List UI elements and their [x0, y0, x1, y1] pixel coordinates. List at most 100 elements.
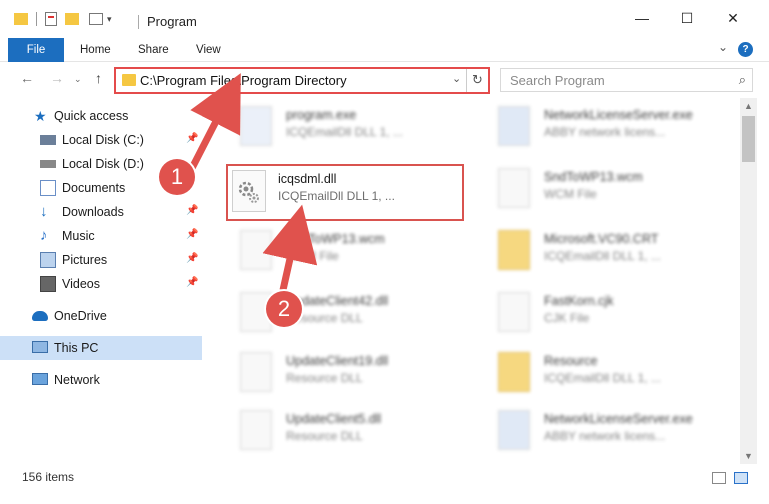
item-count: 156 items — [22, 470, 75, 484]
minimize-button[interactable]: — — [632, 8, 652, 28]
dll-gear-icon — [240, 410, 272, 450]
nav-item-onedrive[interactable]: OneDrive — [0, 304, 202, 328]
list-item[interactable]: NetworkLicenseServer.exe ABBY network li… — [478, 402, 728, 458]
list-item[interactable]: icqsdml.dll ICQEmailDll DLL 1, ... — [212, 164, 462, 220]
file-name: UpdateClient19.dll — [286, 354, 389, 368]
pin-icon: 📌 — [186, 205, 199, 216]
scroll-down-icon[interactable]: ▼ — [740, 448, 757, 464]
tab-share[interactable]: Share — [138, 38, 169, 62]
nav-label: OneDrive — [54, 309, 107, 323]
list-item[interactable]: FastKorn.cjk CJK File — [478, 284, 728, 340]
file-description: Resource DLL — [286, 429, 363, 443]
folder-icon — [122, 74, 136, 86]
address-row: ← → ⌄ ↑ C:\Program Files\Program Directo… — [0, 62, 769, 98]
address-dropdown-button[interactable]: ⌄ — [452, 72, 466, 85]
help-icon[interactable]: ? — [738, 42, 753, 57]
back-button[interactable]: ← — [20, 70, 34, 86]
nav-item-music[interactable]: ♪ Music 📌 — [0, 224, 202, 248]
close-button[interactable]: ✕ — [723, 8, 743, 28]
highlighted-file-item[interactable]: icqsdml.dll ICQEmailDll DLL 1, ... — [226, 164, 464, 221]
exe-icon — [498, 106, 530, 146]
file-description: ICQEmailDll DLL 1, ... — [544, 371, 661, 385]
nav-item-local-disk-c[interactable]: Local Disk (C:) 📌 — [0, 128, 202, 152]
details-view-icon[interactable] — [712, 472, 726, 484]
network-icon — [32, 373, 48, 385]
file-name: NetworkLicenseServer.exe — [544, 108, 693, 122]
file-name: SndToWP13.wcm — [286, 232, 385, 246]
nav-label: This PC — [54, 341, 99, 355]
nav-item-network[interactable]: Network — [0, 368, 202, 392]
file-name: NetworkLicenseServer.exe — [544, 412, 693, 426]
onedrive-icon — [32, 311, 48, 321]
music-icon: ♪ — [40, 227, 48, 244]
customize-icon[interactable] — [89, 13, 103, 25]
large-icons-view-icon[interactable] — [734, 472, 748, 484]
file-list: program.exe ICQEmailDll DLL 1, ... SndTo… — [210, 98, 740, 464]
nav-item-quick-access[interactable]: ★ Quick access — [0, 104, 202, 128]
nav-item-pictures[interactable]: Pictures 📌 — [0, 248, 202, 272]
pin-icon: 📌 — [186, 277, 199, 288]
tab-home[interactable]: Home — [80, 38, 111, 62]
documents-icon — [40, 180, 56, 196]
folder-icon — [14, 13, 28, 25]
address-path[interactable]: C:\Program Files\Program Directory — [140, 73, 347, 88]
exe-icon — [498, 410, 530, 450]
tab-file[interactable]: File — [8, 38, 64, 62]
search-input[interactable]: Search Program — [510, 73, 605, 88]
file-name: SndToWP13.wcm — [544, 170, 643, 184]
list-item[interactable]: Microsoft.VC90.CRT ICQEmailDll DLL 1, ..… — [478, 222, 728, 278]
scroll-up-icon[interactable]: ▲ — [740, 98, 757, 114]
list-item[interactable]: Resource ICQEmailDll DLL 1, ... — [478, 344, 728, 400]
list-item[interactable]: UpdateClient19.dll Resource DLL — [220, 344, 470, 400]
expand-ribbon-button[interactable]: ⌄ — [718, 40, 728, 54]
status-bar: 156 items — [0, 464, 769, 504]
list-item[interactable]: UpdateClient42.dll Resource DLL — [220, 284, 470, 340]
new-folder-icon[interactable] — [65, 13, 79, 25]
file-name: Resource — [544, 354, 598, 368]
pc-icon — [32, 341, 48, 353]
maximize-button[interactable]: ☐ — [677, 8, 697, 28]
step-badge-1: 1 — [159, 159, 195, 195]
file-name: program.exe — [286, 108, 357, 122]
file-description: WCM File — [544, 187, 597, 201]
list-item[interactable]: SndToWP13.wcm WCM File — [478, 160, 728, 216]
videos-icon — [40, 276, 56, 292]
tab-view[interactable]: View — [196, 38, 221, 62]
nav-item-this-pc[interactable]: This PC — [0, 336, 202, 360]
folder-icon — [498, 230, 530, 270]
search-icon: ⌕ — [738, 72, 746, 87]
nav-item-videos[interactable]: Videos 📌 — [0, 272, 202, 296]
file-name: FastKorn.cjk — [544, 294, 614, 308]
drive-icon — [40, 160, 56, 168]
file-description: ABBY network licens... — [544, 125, 666, 139]
scrollbar-thumb[interactable] — [742, 116, 755, 162]
file-icon — [240, 230, 272, 270]
download-icon: ↓ — [40, 203, 48, 220]
file-description: Resource DLL — [286, 371, 363, 385]
file-description: CJK File — [544, 311, 590, 325]
nav-label: Network — [54, 373, 100, 387]
address-bar[interactable]: C:\Program Files\Program Directory ⌄ ↻ — [114, 67, 490, 94]
navigation-pane: ★ Quick access Local Disk (C:) 📌 Local D… — [0, 98, 210, 464]
nav-label: Documents — [62, 181, 126, 195]
search-box[interactable]: Search Program ⌕ — [500, 68, 753, 92]
forward-button[interactable]: → — [50, 70, 64, 86]
exe-icon — [240, 106, 272, 146]
recent-locations-button[interactable]: ⌄ — [74, 74, 82, 85]
pictures-icon — [40, 252, 56, 268]
ribbon: File Home Share View ⌄ ? — [0, 38, 769, 62]
drive-icon — [40, 135, 56, 145]
properties-icon[interactable] — [45, 12, 57, 26]
vertical-scrollbar[interactable]: ▲ ▼ — [740, 98, 757, 464]
nav-label: Quick access — [54, 109, 129, 123]
refresh-button[interactable]: ↻ — [466, 69, 488, 92]
nav-item-downloads[interactable]: ↓ Downloads 📌 — [0, 200, 202, 224]
list-item[interactable]: SndToWP13.wcm WCM File — [220, 222, 470, 278]
up-button[interactable]: ↑ — [95, 70, 102, 86]
folder-icon — [498, 352, 530, 392]
list-item[interactable]: NetworkLicenseServer.exe ABBY network li… — [478, 98, 728, 154]
nav-label: Music — [62, 229, 95, 243]
list-item[interactable]: UpdateClient5.dll Resource DLL — [220, 402, 470, 458]
chevron-down-icon[interactable]: ▾ — [107, 14, 112, 25]
list-item[interactable]: program.exe ICQEmailDll DLL 1, ... — [220, 98, 470, 154]
